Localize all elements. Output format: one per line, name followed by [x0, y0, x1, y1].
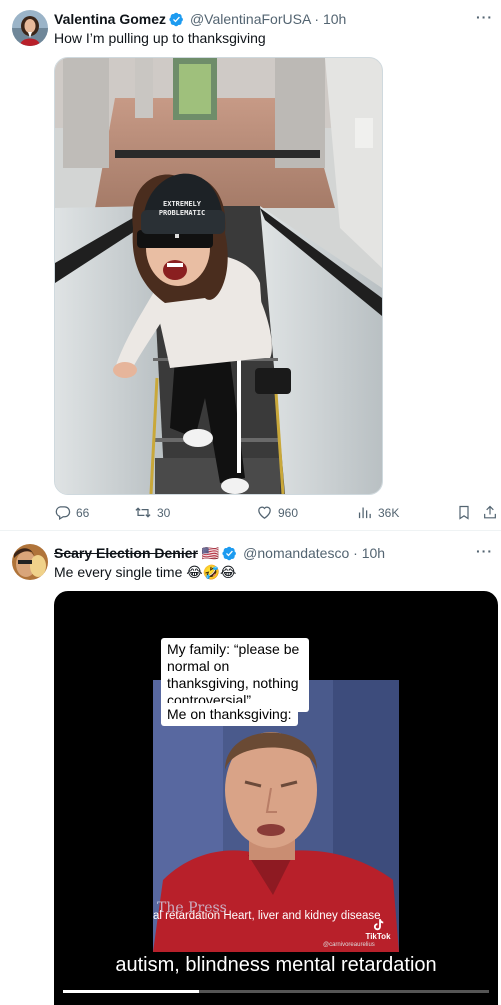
escalator-photo: EXTREMELY PROBLEMATIC [55, 58, 382, 494]
retweet-count: 30 [157, 505, 171, 520]
video-progress-bar[interactable] [63, 990, 489, 993]
separator: · [314, 11, 320, 27]
reply-icon [55, 506, 71, 521]
tweet-header: Valentina Gomez @ValentinaForUSA · 10h [54, 10, 346, 31]
tiktok-label: TikTok [365, 932, 391, 941]
share-button[interactable] [482, 504, 498, 521]
tweet-video[interactable]: The Press al retardation Heart, liver an… [54, 591, 498, 1005]
tweet-valentina[interactable]: Valentina Gomez @ValentinaForUSA · 10h ·… [0, 0, 501, 530]
tiktok-watermark: TikTok [361, 918, 395, 941]
svg-text:PROBLEMATIC: PROBLEMATIC [159, 209, 205, 217]
tweet-nomandatesco[interactable]: Scary Election Denier 🇺🇸 @nomandatesco ·… [0, 530, 501, 1005]
like-button[interactable]: 960 [256, 504, 298, 521]
handle[interactable]: @nomandatesco [243, 545, 349, 561]
retweet-icon [135, 507, 151, 518]
tiktok-icon [373, 919, 384, 931]
more-icon[interactable]: ··· [476, 9, 493, 25]
reply-count: 66 [76, 505, 90, 520]
tweet-text: Me every single time 😂🤣😂 [54, 564, 237, 580]
share-icon [484, 505, 496, 519]
avatar[interactable] [12, 10, 48, 46]
tweet-photo[interactable]: EXTREMELY PROBLEMATIC [54, 57, 383, 495]
caption-family: My family: “please be normal on thanksgi… [161, 638, 309, 712]
tweet-actions: 66 30 960 36K [54, 504, 496, 524]
flag-emoji: 🇺🇸 [201, 545, 220, 561]
tweet-text: How I’m pulling up to thanksgiving [54, 30, 266, 46]
bookmark-button[interactable] [456, 504, 472, 521]
reply-button[interactable]: 66 [54, 504, 89, 521]
display-name[interactable]: Scary Election Denier [54, 545, 198, 561]
views-button[interactable]: 36K [356, 504, 399, 521]
more-icon[interactable]: ··· [476, 543, 493, 559]
like-count: 960 [278, 505, 299, 520]
tweet-header: Scary Election Denier 🇺🇸 @nomandatesco ·… [54, 544, 385, 565]
like-icon [258, 506, 271, 519]
retweet-button[interactable]: 30 [134, 504, 170, 521]
handle[interactable]: @ValentinaForUSA [190, 11, 311, 27]
bookmark-icon [459, 505, 469, 520]
views-icon [358, 507, 371, 519]
video-subtitle: autism, blindness mental retardation [115, 954, 437, 976]
avatar[interactable] [12, 544, 48, 580]
display-name[interactable]: Valentina Gomez [54, 11, 166, 27]
timestamp[interactable]: 10h [362, 545, 385, 561]
views-count: 36K [378, 505, 400, 520]
timestamp[interactable]: 10h [323, 11, 346, 27]
separator: · [353, 545, 358, 561]
beanie-text: EXTREMELY [163, 200, 202, 208]
tiktok-user: @carnivoreaurelius [323, 942, 375, 948]
caption-me: Me on thanksgiving: [161, 703, 298, 726]
